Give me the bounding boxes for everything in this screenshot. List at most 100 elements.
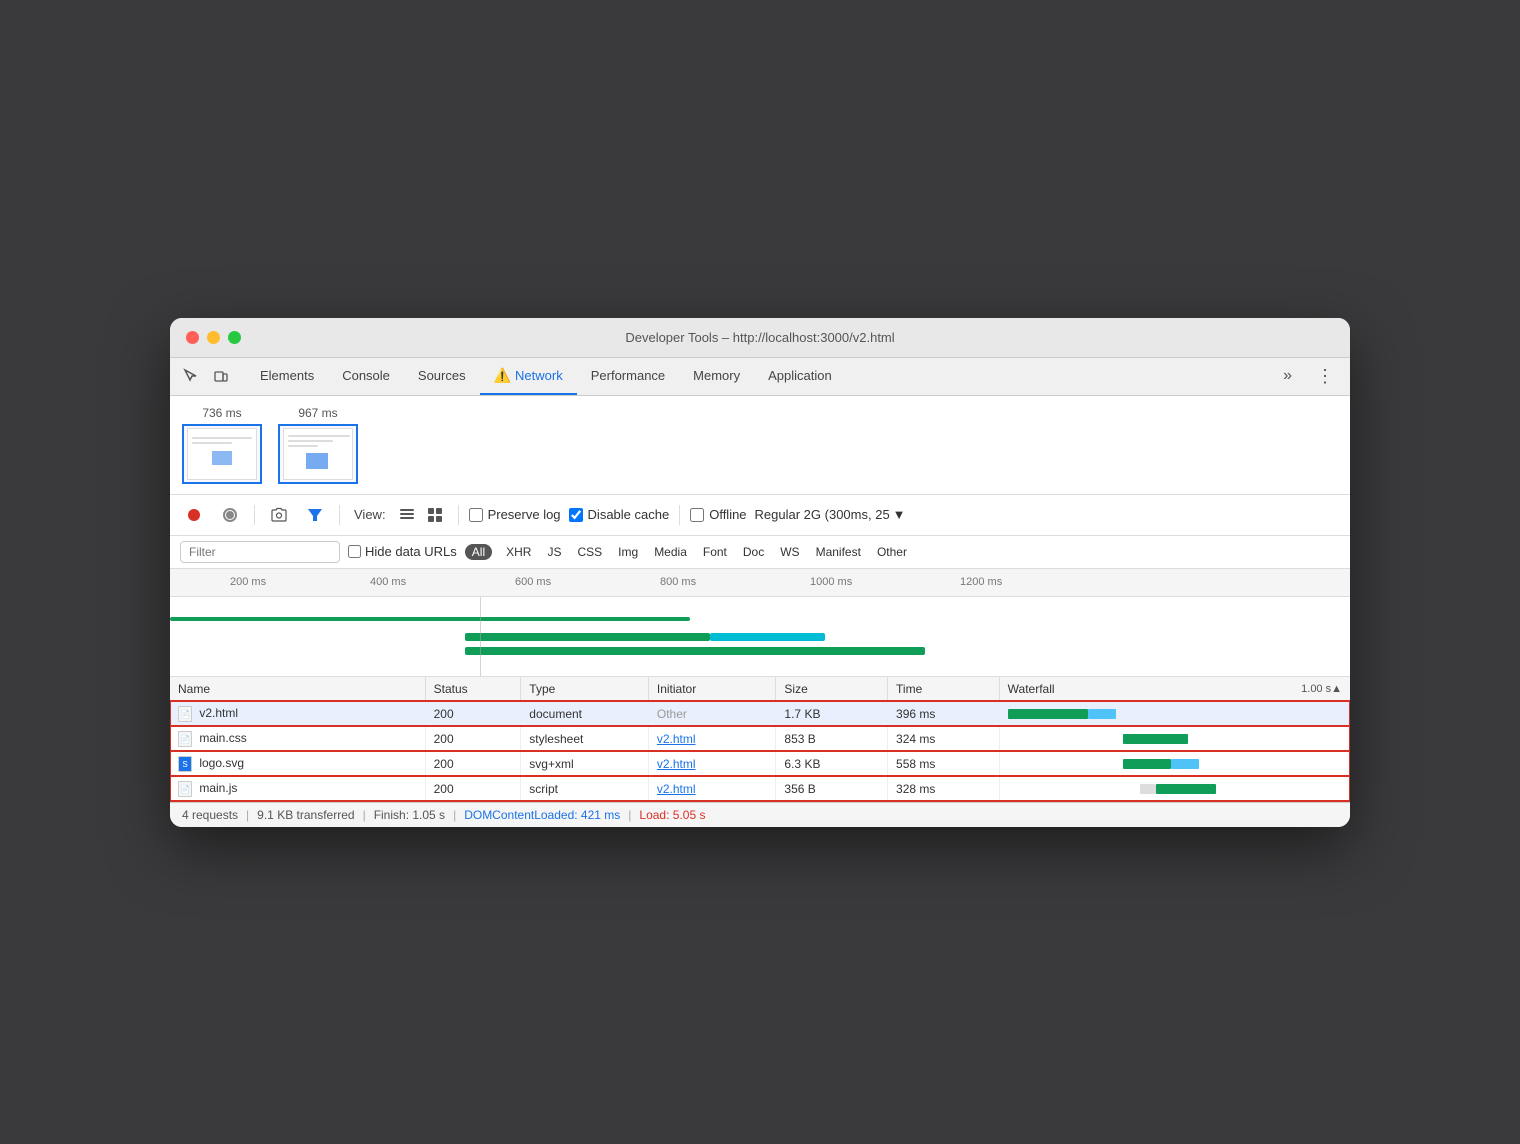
timeline-area (170, 597, 1350, 677)
filter-button[interactable] (301, 501, 329, 529)
toolbar-separator-1 (254, 505, 255, 525)
camera-button[interactable] (265, 501, 293, 529)
filter-xhr[interactable]: XHR (500, 543, 537, 561)
filmstrip-thumb-0[interactable] (182, 424, 262, 484)
tab-icons (178, 363, 234, 389)
network-throttle-dropdown[interactable]: Regular 2G (300ms, 25 ▼ (755, 507, 906, 522)
hide-data-urls-checkbox[interactable] (348, 545, 361, 558)
status-finish: Finish: 1.05 s (374, 808, 445, 822)
filter-other[interactable]: Other (871, 543, 913, 561)
cell-status: 200 (425, 776, 521, 801)
filter-manifest[interactable]: Manifest (810, 543, 867, 561)
wf-bar-grey (1140, 784, 1156, 794)
table-row[interactable]: 📄 v2.html 200 document Other 1.7 KB 396 … (170, 701, 1350, 726)
tab-sources[interactable]: Sources (404, 358, 480, 395)
table-row[interactable]: 📄 main.css 200 stylesheet v2.html 853 B … (170, 726, 1350, 751)
hide-data-urls-group[interactable]: Hide data URLs All (348, 544, 492, 560)
maximize-button[interactable] (228, 331, 241, 344)
wf-bar-green (1008, 709, 1088, 719)
table-row[interactable]: 📄 main.js 200 script v2.html 356 B 328 m… (170, 776, 1350, 801)
device-toggle-icon[interactable] (208, 363, 234, 389)
tabs-bar: Elements Console Sources ⚠️ Network Perf… (170, 358, 1350, 396)
stop-button[interactable] (216, 501, 244, 529)
file-icon-doc: 📄 (178, 706, 192, 722)
cell-waterfall (999, 751, 1350, 776)
filmstrip-thumb-1[interactable] (278, 424, 358, 484)
offline-label: Offline (709, 507, 746, 522)
tab-network[interactable]: ⚠️ Network (480, 358, 577, 395)
cell-waterfall (999, 701, 1350, 726)
cell-size: 853 B (776, 726, 888, 751)
timeline-label-200: 200 ms (230, 576, 266, 588)
devtools-menu-button[interactable]: ⋮ (1308, 366, 1342, 387)
filter-font[interactable]: Font (697, 543, 733, 561)
filmstrip-item-0[interactable]: 736 ms (182, 406, 262, 484)
tab-console[interactable]: Console (328, 358, 404, 395)
list-view-button[interactable] (394, 502, 420, 528)
timeline-vline (480, 597, 481, 676)
timeline-bar-green-3 (465, 647, 925, 655)
timeline-label-1200: 1200 ms (960, 576, 1002, 588)
filter-img[interactable]: Img (612, 543, 644, 561)
table-row[interactable]: S logo.svg 200 svg+xml v2.html 6.3 KB 55… (170, 751, 1350, 776)
timeline-label-1000: 1000 ms (810, 576, 852, 588)
view-buttons (394, 502, 448, 528)
col-initiator[interactable]: Initiator (648, 677, 776, 702)
network-table: Name Status Type Initiator Size Time Wat… (170, 677, 1350, 802)
filter-media[interactable]: Media (648, 543, 693, 561)
preserve-log-checkbox-group[interactable]: Preserve log (469, 507, 561, 522)
filter-input-wrap (180, 541, 340, 563)
timeline-label-400: 400 ms (370, 576, 406, 588)
col-size[interactable]: Size (776, 677, 888, 702)
record-button[interactable] (180, 501, 208, 529)
filmstrip-time-1: 967 ms (298, 406, 337, 420)
timeline-bar-green-1 (170, 617, 690, 621)
cell-type: script (521, 776, 649, 801)
timeline-bar-cyan-1 (710, 633, 825, 641)
table-container: Name Status Type Initiator Size Time Wat… (170, 677, 1350, 802)
timeline-label-800: 800 ms (660, 576, 696, 588)
col-name[interactable]: Name (170, 677, 425, 702)
file-icon-doc: 📄 (178, 781, 192, 797)
offline-checkbox-group[interactable]: Offline (690, 507, 746, 522)
file-name: main.css (199, 731, 246, 745)
filter-doc[interactable]: Doc (737, 543, 770, 561)
offline-checkbox[interactable] (690, 508, 704, 522)
disable-cache-checkbox[interactable] (569, 508, 583, 522)
cell-name: 📄 main.js (170, 776, 425, 801)
tab-application[interactable]: Application (754, 358, 846, 395)
tab-elements[interactable]: Elements (246, 358, 328, 395)
cell-size: 1.7 KB (776, 701, 888, 726)
timeline-bar-green-2 (465, 633, 710, 641)
title-bar: Developer Tools – http://localhost:3000/… (170, 318, 1350, 358)
status-transferred: 9.1 KB transferred (257, 808, 354, 822)
filter-js[interactable]: JS (541, 543, 567, 561)
col-type[interactable]: Type (521, 677, 649, 702)
cell-waterfall (999, 726, 1350, 751)
disable-cache-checkbox-group[interactable]: Disable cache (569, 507, 670, 522)
group-view-button[interactable] (422, 502, 448, 528)
filmstrip-item-1[interactable]: 967 ms (278, 406, 358, 484)
tab-memory[interactable]: Memory (679, 358, 754, 395)
file-name: main.js (199, 781, 237, 795)
cell-waterfall (999, 776, 1350, 801)
wf-bar-blue (1088, 709, 1116, 719)
tab-performance[interactable]: Performance (577, 358, 679, 395)
cell-initiator: Other (648, 701, 776, 726)
cell-type: document (521, 701, 649, 726)
minimize-button[interactable] (207, 331, 220, 344)
preserve-log-checkbox[interactable] (469, 508, 483, 522)
filter-css[interactable]: CSS (571, 543, 608, 561)
inspect-element-icon[interactable] (178, 363, 204, 389)
close-button[interactable] (186, 331, 199, 344)
filter-input[interactable] (180, 541, 340, 563)
cell-time: 328 ms (888, 776, 1000, 801)
col-time[interactable]: Time (888, 677, 1000, 702)
col-status[interactable]: Status (425, 677, 521, 702)
col-waterfall[interactable]: Waterfall 1.00 s▲ (999, 677, 1350, 702)
cell-time: 396 ms (888, 701, 1000, 726)
more-tabs-button[interactable]: » (1275, 367, 1300, 385)
all-badge[interactable]: All (465, 544, 492, 560)
filter-ws[interactable]: WS (774, 543, 805, 561)
timeline-label-600: 600 ms (515, 576, 551, 588)
